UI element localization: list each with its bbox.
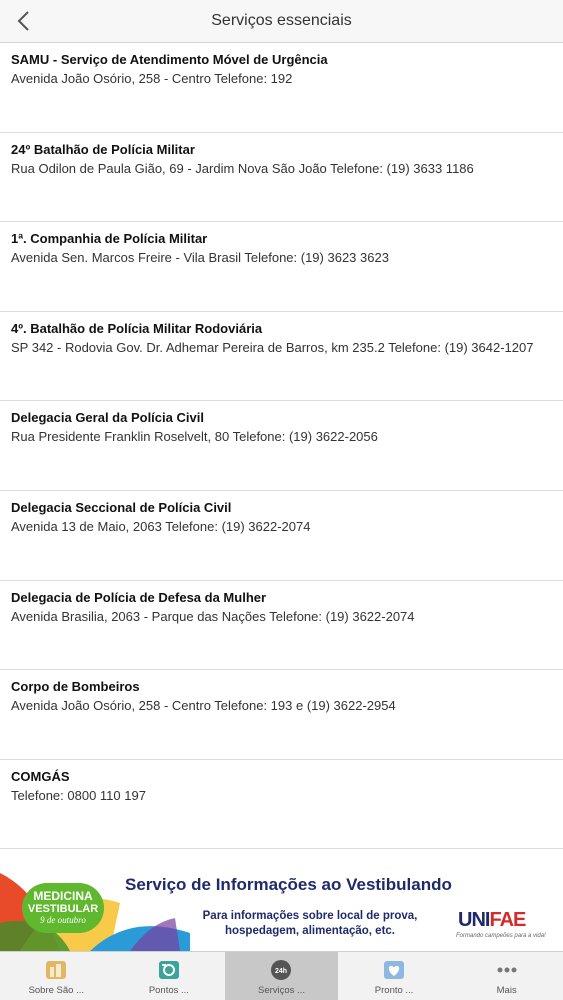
health-icon xyxy=(382,958,406,982)
list-item[interactable]: 24º Batalhão de Polícia Militar Rua Odil… xyxy=(0,133,563,223)
service-detail: Avenida Sen. Marcos Freire - Vila Brasil… xyxy=(11,250,389,266)
logo-fae: FAE xyxy=(489,909,526,931)
camera-icon xyxy=(157,958,181,982)
list-item[interactable]: 1ª. Companhia de Polícia Militar Avenida… xyxy=(0,222,563,312)
back-chevron-icon[interactable] xyxy=(10,8,36,34)
service-name: Delegacia de Polícia de Defesa da Mulher xyxy=(11,589,267,605)
badge-line2: VESTIBULAR xyxy=(27,903,99,915)
page-title: Serviços essenciais xyxy=(211,12,352,29)
svg-text:24h: 24h xyxy=(275,968,287,975)
logo-tagline: Formando campeões para a vida! xyxy=(456,933,546,939)
tab-bar: Sobre São ... Pontos ... 24h Serviços ..… xyxy=(0,951,563,1000)
service-name: Delegacia Seccional de Polícia Civil xyxy=(11,499,232,515)
tab-label: Pronto ... xyxy=(374,985,414,996)
services-list[interactable]: SAMU - Serviço de Atendimento Móvel de U… xyxy=(0,43,563,863)
tab-label: Mais xyxy=(496,985,517,996)
service-name: COMGÁS xyxy=(11,768,70,784)
banner-title: Serviço de Informações ao Vestibulando xyxy=(125,875,452,894)
service-detail: Telefone: 0800 110 197 xyxy=(11,787,146,803)
banner-subtitle: Para informações sobre local de prova, h… xyxy=(202,910,418,937)
list-item[interactable]: 4º. Batalhão de Polícia Militar Rodoviár… xyxy=(0,312,563,402)
list-item[interactable]: SAMU - Serviço de Atendimento Móvel de U… xyxy=(0,43,563,133)
service-name: Corpo de Bombeiros xyxy=(11,679,140,695)
navigation-bar: Serviços essenciais xyxy=(0,0,563,43)
tab-servicos[interactable]: 24h Serviços ... xyxy=(225,952,338,1000)
service-detail: SP 342 - Rodovia Gov. Dr. Adhemar Pereir… xyxy=(11,339,534,355)
more-icon xyxy=(495,958,519,982)
list-item[interactable]: Corpo de Bombeiros Avenida João Osório, … xyxy=(0,670,563,760)
tab-sobre-sao[interactable]: Sobre São ... xyxy=(0,952,113,1000)
advertisement-banner[interactable]: MEDICINA VESTIBULAR 9 de outubro Serviço… xyxy=(0,863,563,951)
tab-mais[interactable]: Mais xyxy=(450,952,563,1000)
tab-label: Pontos ... xyxy=(148,985,189,996)
service-detail: Avenida João Osório, 258 - Centro Telefo… xyxy=(11,698,396,714)
service-detail: Rua Odilon de Paula Gião, 69 - Jardim No… xyxy=(11,160,474,176)
list-item[interactable]: Delegacia Seccional de Polícia Civil Ave… xyxy=(0,491,563,581)
list-item[interactable]: Delegacia de Polícia de Defesa da Mulher… xyxy=(0,581,563,671)
logo-uni: UNI xyxy=(458,909,490,931)
service-name: SAMU - Serviço de Atendimento Móvel de U… xyxy=(11,52,328,67)
tab-label: Serviços ... xyxy=(257,985,305,996)
service-detail: Rua Presidente Franklin Roselvelt, 80 Te… xyxy=(11,429,378,445)
tab-pontos[interactable]: Pontos ... xyxy=(113,952,226,1000)
tab-pronto[interactable]: Pronto ... xyxy=(338,952,451,1000)
service-detail: Avenida João Osório, 258 - Centro Telefo… xyxy=(11,71,293,86)
badge-line3: 9 de outubro xyxy=(40,915,86,925)
badge-line1: MEDICINA xyxy=(33,889,93,903)
unifae-logo: UNIFAE xyxy=(458,909,526,932)
service-name: 24º Batalhão de Polícia Militar xyxy=(11,141,195,157)
24h-icon: 24h xyxy=(269,958,293,982)
service-detail: Avenida 13 de Maio, 2063 Telefone: (19) … xyxy=(11,518,311,534)
list-item[interactable] xyxy=(0,849,563,863)
service-name: Delegacia Geral da Polícia Civil xyxy=(11,410,204,426)
medicina-badge: MEDICINA VESTIBULAR 9 de outubro xyxy=(22,883,104,933)
service-name: 4º. Batalhão de Polícia Militar Rodoviár… xyxy=(11,320,263,336)
list-item[interactable]: COMGÁS Telefone: 0800 110 197 xyxy=(0,760,563,850)
tab-label: Sobre São ... xyxy=(28,985,85,996)
list-item[interactable]: Delegacia Geral da Polícia Civil Rua Pre… xyxy=(0,401,563,491)
service-detail: Avenida Brasilia, 2063 - Parque das Naçõ… xyxy=(11,608,415,624)
service-name: 1ª. Companhia de Polícia Militar xyxy=(11,231,208,247)
city-icon xyxy=(44,958,68,982)
